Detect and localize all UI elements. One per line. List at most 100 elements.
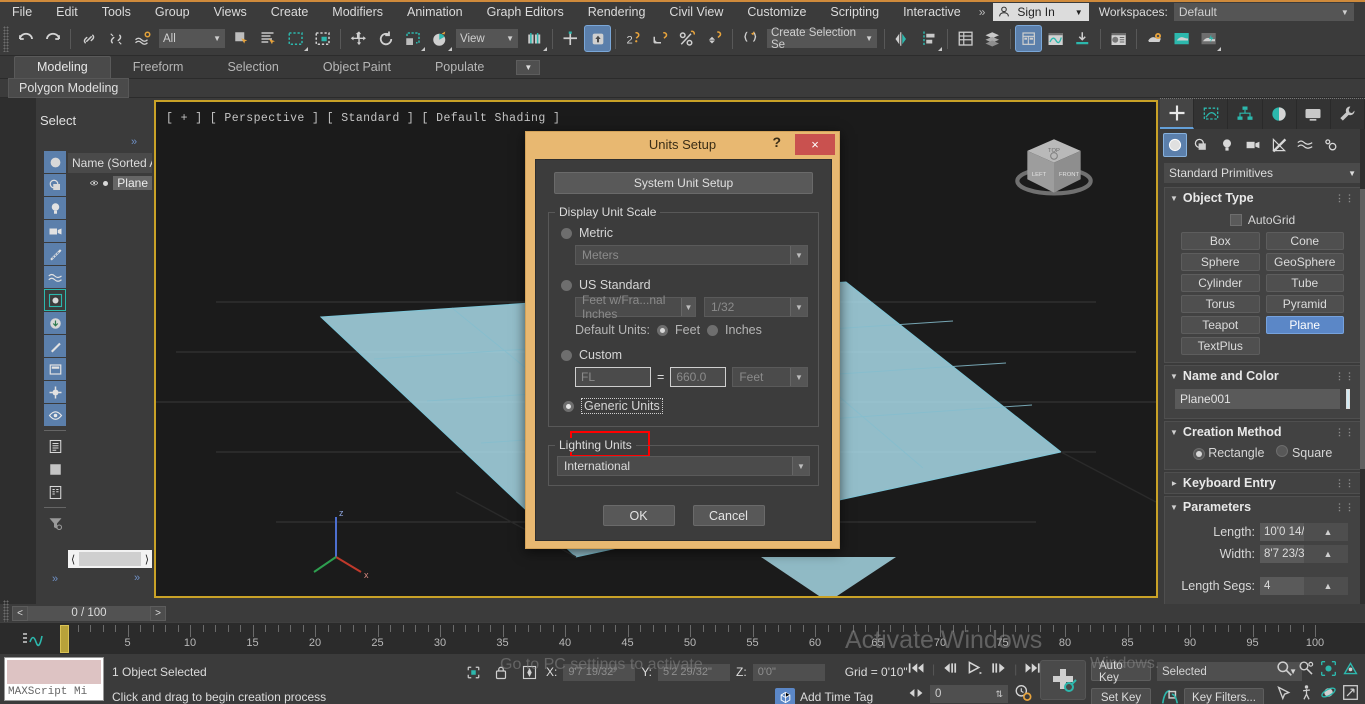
time-configuration-icon[interactable] bbox=[1014, 684, 1032, 704]
ribbon-minimize-button[interactable]: ▼ bbox=[516, 60, 540, 75]
snaps-toggle-2d-icon[interactable]: 2 bbox=[620, 25, 647, 52]
filter-toolbar-expand-icon[interactable]: » bbox=[52, 573, 58, 585]
chevron-down-icon[interactable]: ▼ bbox=[1075, 8, 1083, 17]
help-icon[interactable]: ? bbox=[772, 134, 781, 150]
select-and-place-icon[interactable] bbox=[426, 25, 453, 52]
menu-item-customize[interactable]: Customize bbox=[735, 3, 818, 21]
display-list-icon[interactable] bbox=[44, 435, 66, 457]
sign-in-button[interactable]: Sign In ▼ bbox=[993, 3, 1088, 21]
filter-containers-icon[interactable] bbox=[44, 358, 66, 380]
render-setup-panel-icon[interactable] bbox=[1069, 25, 1096, 52]
object-button-pyramid[interactable]: Pyramid bbox=[1266, 295, 1345, 313]
us-standard-radio[interactable] bbox=[561, 280, 572, 291]
object-button-geosphere[interactable]: GeoSphere bbox=[1266, 253, 1345, 271]
maxscript-output-area[interactable] bbox=[7, 660, 101, 684]
filter-xrefs-icon[interactable] bbox=[44, 312, 66, 334]
absolute-relative-mode-icon[interactable] bbox=[518, 662, 540, 682]
coord-x-field[interactable]: 9'7 19/32" bbox=[563, 664, 635, 681]
us-standard-fraction-select[interactable]: 1/32 ▼ bbox=[704, 297, 808, 317]
maxscript-mini-listener[interactable]: MAXScript Mi bbox=[4, 657, 104, 701]
drag-handle-icon[interactable]: ⋮⋮ bbox=[1335, 478, 1355, 489]
menu-item-civil-view[interactable]: Civil View bbox=[657, 3, 735, 21]
scene-explorer-bottom-expand-icon[interactable]: » bbox=[134, 572, 140, 584]
walk-through-icon[interactable] bbox=[1298, 684, 1315, 704]
object-button-torus[interactable]: Torus bbox=[1181, 295, 1260, 313]
filter-groups-icon[interactable] bbox=[44, 381, 66, 403]
cancel-button[interactable]: Cancel bbox=[693, 505, 765, 526]
tab-modify[interactable] bbox=[1194, 99, 1228, 129]
render-setup-icon[interactable] bbox=[1141, 25, 1168, 52]
display-blank-icon[interactable] bbox=[44, 458, 66, 480]
current-frame-field[interactable]: 0 ⇅ bbox=[930, 685, 1008, 703]
radio-rectangle[interactable] bbox=[1193, 448, 1205, 460]
render-production-icon[interactable] bbox=[1195, 25, 1222, 52]
time-tag-icon[interactable] bbox=[775, 688, 795, 704]
category-lights-icon[interactable] bbox=[1215, 133, 1239, 157]
autogrid-row[interactable]: AutoGrid bbox=[1171, 211, 1354, 232]
generic-units-radio-row[interactable]: Generic Units bbox=[557, 395, 810, 417]
category-shapes-icon[interactable] bbox=[1189, 133, 1213, 157]
category-geometry-icon[interactable] bbox=[1163, 133, 1187, 157]
object-button-sphere[interactable]: Sphere bbox=[1181, 253, 1260, 271]
play-animation-icon[interactable] bbox=[966, 660, 983, 678]
ribbon-tab-object-paint[interactable]: Object Paint bbox=[301, 57, 413, 78]
use-pivot-point-center-icon[interactable] bbox=[521, 25, 548, 52]
custom-radio-row[interactable]: Custom bbox=[557, 345, 810, 365]
lighting-units-select[interactable]: International ▼ bbox=[557, 456, 810, 476]
next-frame-button[interactable]: > bbox=[150, 606, 166, 621]
freeze-toggle-icon[interactable] bbox=[102, 178, 109, 189]
layer-explorer-icon[interactable] bbox=[952, 25, 979, 52]
category-helpers-icon[interactable] bbox=[1267, 133, 1291, 157]
select-and-link-icon[interactable] bbox=[75, 25, 102, 52]
object-button-tube[interactable]: Tube bbox=[1266, 274, 1345, 292]
go-to-end-icon[interactable] bbox=[1024, 661, 1041, 678]
filter-bones-icon[interactable] bbox=[44, 335, 66, 357]
object-button-teapot[interactable]: Teapot bbox=[1181, 316, 1260, 334]
drag-handle-icon[interactable]: ⋮⋮ bbox=[1335, 502, 1355, 513]
creation-method-square[interactable]: Square bbox=[1276, 445, 1332, 460]
default-feet-radio[interactable] bbox=[657, 325, 668, 336]
scroll-left-icon[interactable]: ⟨ bbox=[71, 553, 75, 566]
menu-item-edit[interactable]: Edit bbox=[44, 3, 90, 21]
menu-item-animation[interactable]: Animation bbox=[395, 3, 475, 21]
metric-radio-row[interactable]: Metric bbox=[557, 223, 810, 243]
menu-item-tools[interactable]: Tools bbox=[90, 3, 143, 21]
object-button-textplus[interactable]: TextPlus bbox=[1181, 337, 1260, 355]
ribbon-tab-freeform[interactable]: Freeform bbox=[111, 57, 206, 78]
spinner-arrows-icon[interactable]: ⇅ bbox=[995, 689, 1003, 700]
us-standard-unit-select[interactable]: Feet w/Fra...nal Inches ▼ bbox=[575, 297, 696, 317]
primitive-category-select[interactable]: Standard Primitives ▼ bbox=[1164, 163, 1361, 183]
default-inches-radio[interactable] bbox=[707, 325, 718, 336]
scene-explorer-expand-icon[interactable]: » bbox=[131, 136, 137, 148]
coord-z-field[interactable]: 0'0" bbox=[753, 664, 825, 681]
workspace-select[interactable]: Default ▼ bbox=[1174, 3, 1354, 21]
orbit-icon[interactable] bbox=[1320, 684, 1337, 704]
edit-named-selection-sets-icon[interactable] bbox=[737, 25, 764, 52]
filter-shapes-icon[interactable] bbox=[44, 174, 66, 196]
dialog-titlebar[interactable]: Units Setup ? × bbox=[526, 132, 839, 157]
close-icon[interactable]: × bbox=[795, 134, 835, 155]
object-button-cone[interactable]: Cone bbox=[1266, 232, 1345, 250]
menu-item-file[interactable]: File bbox=[0, 3, 44, 21]
rollout-keyboard-entry-header[interactable]: ▼ Keyboard Entry ⋮⋮ bbox=[1165, 473, 1360, 493]
set-key-button[interactable]: Set Key bbox=[1091, 688, 1151, 704]
coord-y-field[interactable]: 5'2 29/32" bbox=[658, 664, 730, 681]
ribbon-tab-modeling[interactable]: Modeling bbox=[14, 56, 111, 78]
menu-item-interactive[interactable]: Interactive bbox=[891, 3, 973, 21]
metric-radio[interactable] bbox=[561, 228, 572, 239]
undo-button[interactable] bbox=[12, 25, 39, 52]
next-frame-icon[interactable] bbox=[990, 661, 1007, 678]
ribbon-subtab-polygon-modeling[interactable]: Polygon Modeling bbox=[8, 78, 129, 98]
radio-square[interactable] bbox=[1276, 445, 1288, 457]
ok-button[interactable]: OK bbox=[603, 505, 675, 526]
pan-view-icon[interactable] bbox=[1276, 684, 1293, 704]
menu-item-views[interactable]: Views bbox=[202, 3, 259, 21]
drag-handle-icon[interactable]: ⋮⋮ bbox=[1335, 371, 1355, 382]
creation-method-rectangle[interactable]: Rectangle bbox=[1193, 446, 1265, 460]
tab-motion[interactable] bbox=[1263, 99, 1297, 129]
horizontal-scrollbar[interactable]: ⟨ ⟩ bbox=[68, 550, 152, 568]
rollout-parameters-header[interactable]: ▼ Parameters ⋮⋮ bbox=[1165, 497, 1360, 517]
select-and-rotate-icon[interactable] bbox=[372, 25, 399, 52]
select-and-scale-icon[interactable] bbox=[399, 25, 426, 52]
previous-frame-icon[interactable] bbox=[942, 661, 959, 678]
